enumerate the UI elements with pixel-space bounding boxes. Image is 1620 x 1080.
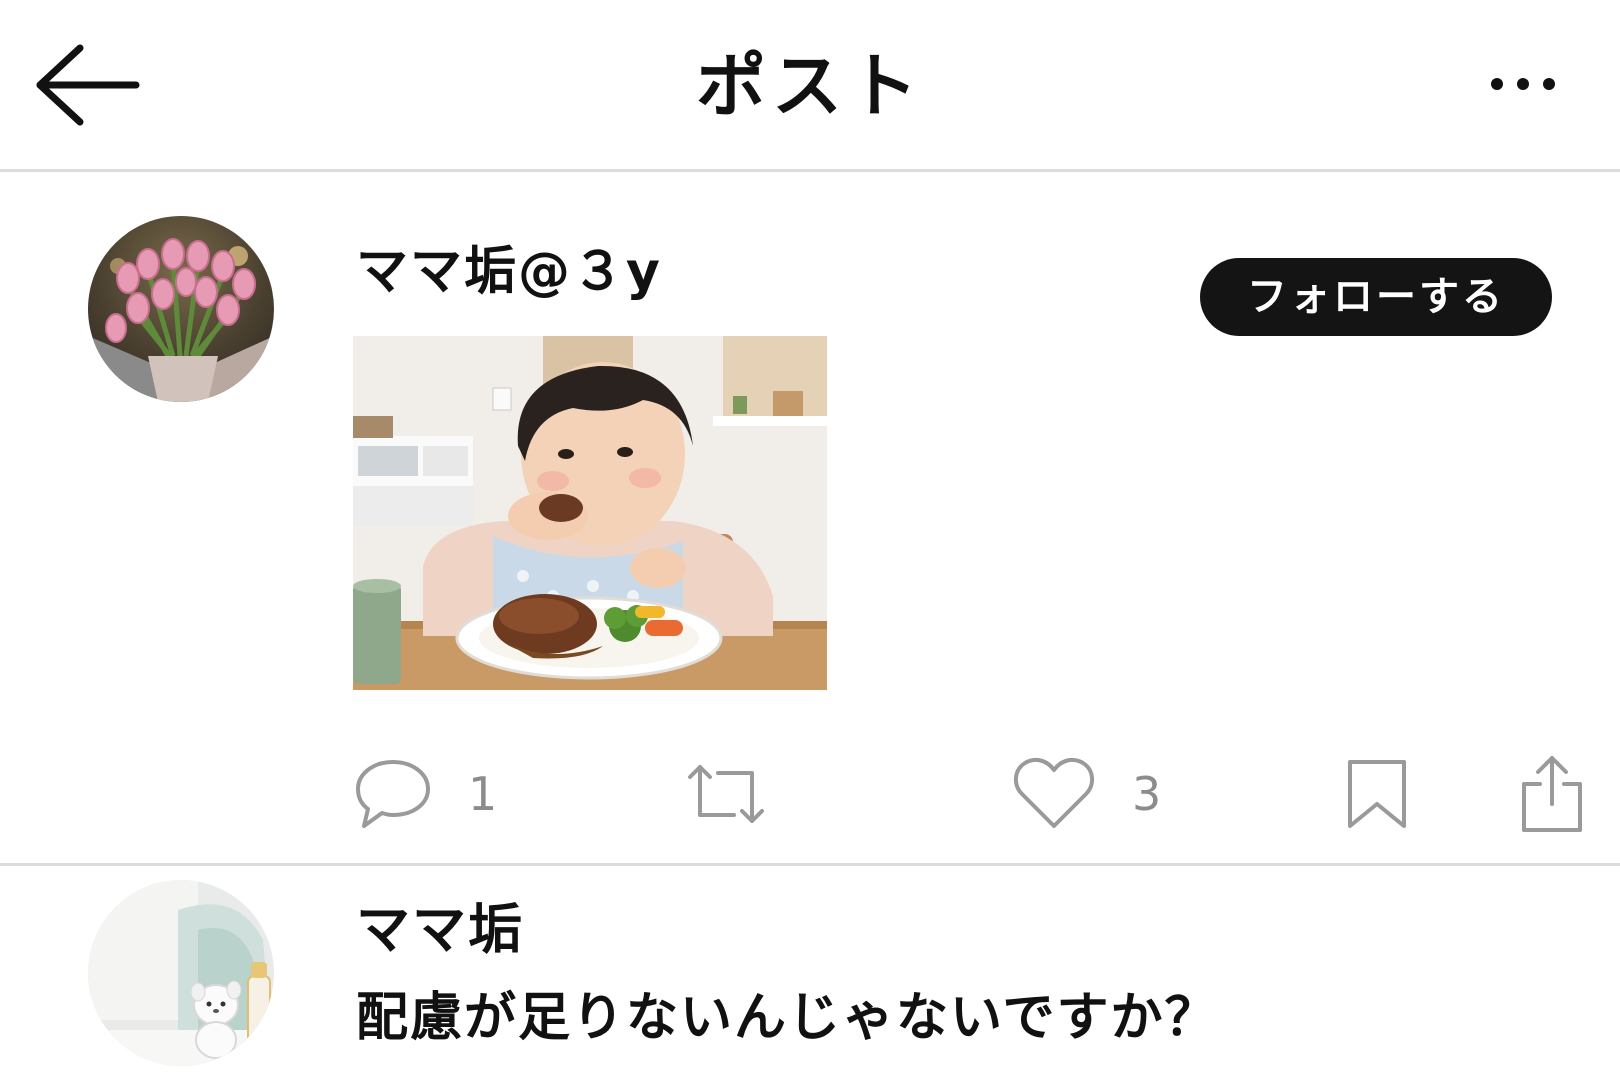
heart-icon xyxy=(1014,757,1094,828)
like-count: 3 xyxy=(1132,767,1162,821)
reply-count: 1 xyxy=(468,767,498,821)
top-bar: ポスト xyxy=(0,0,1620,172)
bookmark-action[interactable] xyxy=(1346,752,1408,836)
speech-bubble-icon xyxy=(356,760,430,828)
like-action[interactable]: 3 xyxy=(1012,752,1161,836)
share-icon xyxy=(1522,756,1582,832)
reply-text: 配慮が足りないんじゃないですか？ xyxy=(356,988,1219,1048)
post-divider xyxy=(0,863,1620,866)
post-author-avatar[interactable] xyxy=(88,216,274,402)
post-image[interactable] xyxy=(353,336,827,690)
repost-action[interactable] xyxy=(684,752,768,836)
page-title: ポスト xyxy=(696,45,924,127)
reply-author-name[interactable]: ママ垢 xyxy=(356,890,524,970)
post-detail-screen: ポスト ママ垢@３y フォローする 1 3 ママ垢 配慮が足りないんじゃないです… xyxy=(0,0,1620,1080)
bookmark-icon xyxy=(1348,760,1406,828)
reply-author-avatar[interactable] xyxy=(88,880,274,1066)
more-horizontal-icon xyxy=(1491,78,1555,90)
share-action[interactable] xyxy=(1520,752,1584,836)
repost-icon xyxy=(688,765,764,823)
more-options-button[interactable] xyxy=(1488,64,1558,104)
post-author-name[interactable]: ママ垢@３y xyxy=(356,232,662,312)
reply-action[interactable]: 1 xyxy=(354,752,497,836)
follow-button[interactable]: フォローする xyxy=(1200,258,1552,336)
